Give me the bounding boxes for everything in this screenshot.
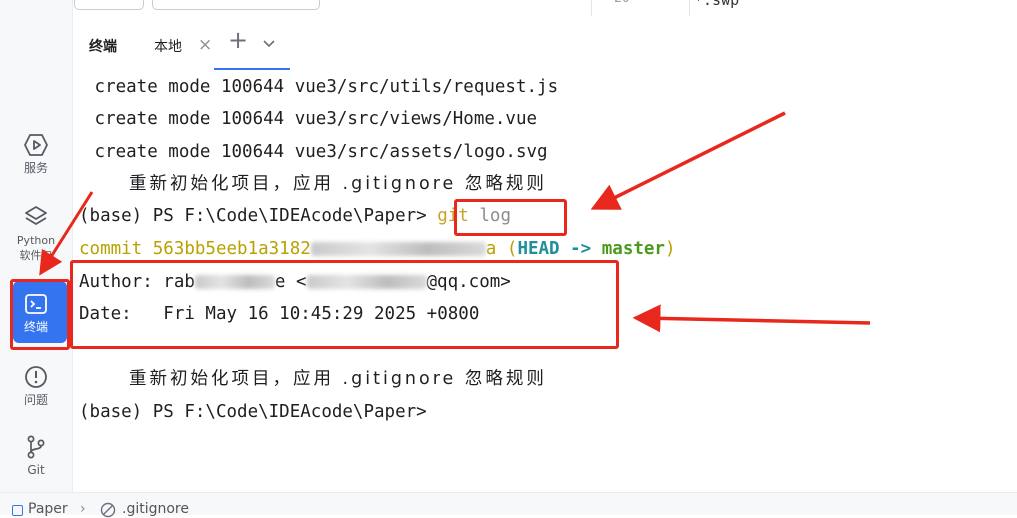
problems-label: 问题 [23, 393, 48, 407]
date-line: Date: Fri May 16 10:45:29 2025 +0800 [79, 304, 480, 324]
breadcrumb-project[interactable]: Paper [28, 501, 68, 517]
terminal-prompt-line: (base) PS F:\Code\IDEAcode\Paper> [79, 402, 427, 422]
terminal-tool-title: 终端 [89, 39, 117, 55]
alert-circle-icon [25, 366, 47, 388]
redacted-email [306, 275, 427, 289]
breadcrumb-separator: › [80, 501, 86, 517]
terminal-prompt-line: (base) PS F:\Code\IDEAcode\Paper> git lo… [79, 204, 511, 228]
editor-line-number: 20 [614, 0, 630, 6]
commit-line: commit 563bb5eeb1a3182 a (HEAD -> master) [79, 239, 676, 259]
head-ref: HEAD [517, 239, 560, 259]
terminal-line-commit-message: 重新初始化项目，应用 .gitignore 忽略规则 [129, 369, 547, 389]
editor-toolbar-box[interactable] [74, 0, 144, 10]
python-packages-label: Python 软件包 [16, 234, 56, 262]
git-command-arg: log [468, 206, 511, 226]
terminal-output[interactable]: create mode 100644 vue3/src/utils/reques… [74, 70, 1017, 492]
folder-icon [12, 505, 23, 516]
author-suffix: @qq.com> [426, 272, 511, 292]
tab-close-icon[interactable]: × [198, 35, 212, 55]
redacted-author [194, 275, 275, 289]
services-label: 服务 [23, 161, 48, 175]
terminal-line: create mode 100644 vue3/src/views/Home.v… [84, 109, 538, 129]
git-label: Git [27, 463, 45, 477]
author-prefix: Author: rab [79, 272, 195, 292]
navigation-bar: Paper › .gitignore [0, 492, 1017, 518]
gutter-divider [591, 0, 592, 16]
git-command: git [437, 206, 469, 226]
terminal-line: create mode 100644 vue3/src/utils/reques… [84, 77, 559, 97]
play-circle-icon [24, 134, 48, 156]
new-tab-plus-icon[interactable]: + [228, 28, 248, 52]
problems-tool-button[interactable]: 问题 [0, 364, 72, 408]
breadcrumb-file[interactable]: .gitignore [122, 501, 189, 517]
git-branch-icon [27, 435, 45, 459]
ignored-file-icon [100, 502, 116, 518]
commit-hash-prefix: commit 563bb5eeb1a3182 [79, 239, 311, 259]
branch-ref: master [601, 239, 665, 259]
redacted-hash [310, 242, 486, 256]
editor-toolbar-box-2[interactable] [152, 0, 320, 10]
python-packages-tool-button[interactable]: Python 软件包 [0, 204, 72, 263]
author-line: Author: rab e < @qq.com> [79, 270, 511, 294]
prompt-text: (base) PS F:\Code\IDEAcode\Paper> [79, 206, 438, 226]
terminal-tab-bar: 终端 本地 × + [74, 20, 1017, 70]
tab-local[interactable]: 本地 [154, 36, 182, 56]
gutter-divider-2 [689, 0, 690, 16]
git-tool-button[interactable]: Git [0, 434, 72, 478]
tab-dropdown-chevron-down-icon[interactable] [262, 38, 276, 50]
terminal-tool-button[interactable]: 终端 [0, 281, 72, 343]
terminal-line-commit-message: 重新初始化项目，应用 .gitignore 忽略规则 [129, 174, 547, 194]
tool-window-bar: 服务 Python 软件包 终端 问题 Git [0, 0, 73, 492]
author-mid: e < [274, 272, 307, 292]
terminal-line: create mode 100644 vue3/src/assets/logo.… [84, 142, 548, 162]
ref-arrow: -> [559, 239, 602, 259]
terminal-icon [25, 294, 47, 314]
services-tool-button[interactable]: 服务 [0, 132, 72, 176]
terminal-label: 终端 [23, 320, 48, 334]
commit-hash-suffix: a [485, 239, 497, 259]
editor-peek: 20 *.swp [74, 0, 1017, 16]
editor-line-code: *.swp [694, 0, 740, 9]
layers-icon [25, 206, 47, 225]
